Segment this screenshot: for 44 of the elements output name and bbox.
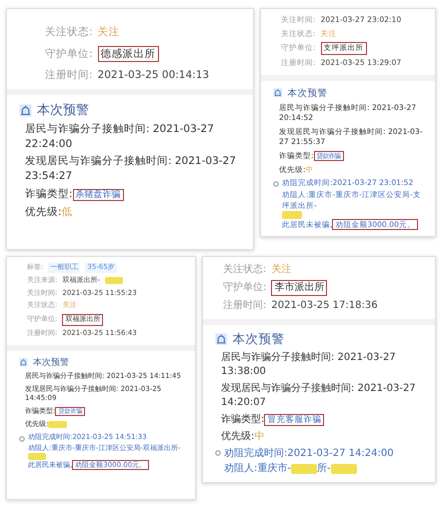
alarm-icon	[19, 358, 28, 368]
dissuasion-time: 劝阻完成时间:2021-03-27 14:24:00	[224, 447, 394, 461]
priority-value: 中	[254, 431, 264, 442]
field-label: 注册时间:	[45, 68, 93, 84]
priority-value: 低	[62, 206, 73, 218]
redaction-mark	[290, 464, 317, 474]
field-value: 关注	[271, 263, 292, 277]
redaction-mark	[104, 277, 124, 284]
redaction-mark	[330, 464, 357, 474]
fraud-type-tag: 冒充客服诈骗	[264, 414, 324, 426]
redaction-mark	[48, 420, 67, 428]
highlighted-value: 李市派出所	[271, 280, 328, 296]
alarm-icon	[19, 104, 32, 117]
field-label: 诈骗类型:	[221, 414, 264, 425]
redaction-mark	[282, 211, 302, 219]
field-label: 守护单位:	[223, 281, 266, 295]
alarm-icon	[215, 333, 228, 346]
redaction-mark	[28, 453, 46, 460]
field-label: 关注状态:	[223, 263, 266, 277]
field-value: 2021-03-25 00:14:13	[98, 68, 210, 84]
highlighted-value: 德感派出所	[98, 46, 159, 62]
field-label: 优先级:	[221, 431, 254, 442]
field-label: 优先级:	[25, 206, 62, 218]
field-label: 关注状态:	[45, 25, 93, 40]
timeline-dot-icon	[273, 181, 279, 188]
field-value: 2021-03-25 17:18:36	[271, 299, 378, 313]
section-title: 本次预警	[232, 331, 284, 348]
dissuasion-person: 所-	[316, 462, 331, 476]
section-title: 本次预警	[37, 102, 90, 120]
field-label: 守护单位:	[45, 46, 93, 62]
section-title: 本次预警	[288, 86, 328, 100]
field-value: 关注	[98, 25, 120, 40]
dissuasion-person: 劝阻人:重庆市-	[224, 462, 291, 476]
alert-line: 居民与诈骗分子接触时间: 2021-03-27 22:24:00	[24, 122, 215, 152]
field-label: 诈骗类型:	[25, 188, 73, 200]
fraud-type-tag: 杀猪盘诈骗	[72, 188, 124, 201]
alarm-icon	[273, 88, 282, 98]
alert-line: 发现居民与诈骗分子接触时间: 2021-03-27 23:54:27	[24, 154, 237, 184]
timeline-dot-icon	[19, 436, 25, 442]
timeline-dot-icon	[215, 450, 221, 456]
alert-line: 发现居民与诈骗分子接触时间: 2021-03-27 14:20:07	[220, 382, 417, 410]
section-title: 本次预警	[32, 356, 69, 369]
field-label: 注册时间:	[223, 299, 266, 313]
alert-line: 居民与诈骗分子接触时间: 2021-03-27 13:38:00	[220, 351, 397, 379]
